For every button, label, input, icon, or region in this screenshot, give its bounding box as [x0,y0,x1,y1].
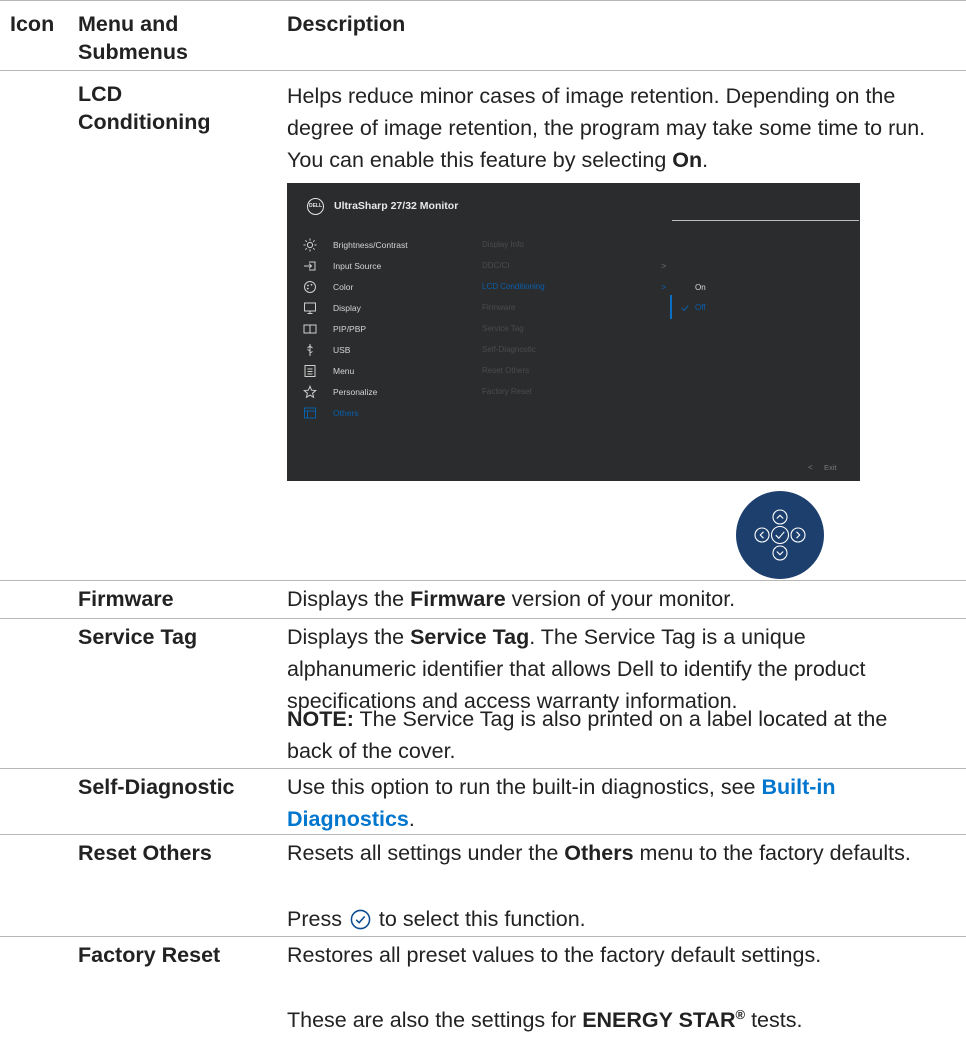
osd-menu-personalize[interactable]: Personalize [303,385,483,401]
osd-menu-label: Input Source [333,261,382,271]
chevron-left-icon: < [808,463,813,472]
osd-menu-screenshot: DELL UltraSharp 27/32 Monitor Brightness… [287,183,860,481]
osd-menu-usb[interactable]: USB [303,343,483,359]
header-description: Description [287,12,406,36]
osd-submenu-lcd-conditioning[interactable]: LCD Conditioning [482,281,545,293]
menu-icon [304,365,316,377]
osd-menu-brightness-contrast[interactable]: Brightness/Contrast [303,238,483,254]
row-name-factory-reset: Factory Reset [78,943,221,967]
osd-menu-label: Brightness/Contrast [333,240,408,250]
osd-option-on[interactable]: On [695,282,706,294]
row-name-service-tag: Service Tag [78,625,198,649]
osd-menu-pip-pbp[interactable]: PIP/PBP [303,322,483,338]
row-name-self-diagnostic: Self-Diagnostic [78,775,235,799]
osd-menu-color[interactable]: Color [303,280,483,296]
personalize-star-icon [303,385,317,399]
osd-submenu-firmware[interactable]: Firmware [482,302,515,314]
chevron-right-icon: > [661,261,667,271]
osd-menu-label: Others [333,408,359,418]
row-press-reset-others: Press to select this function. [287,907,586,931]
input-source-icon [304,261,316,271]
pip-pbp-icon [303,324,317,334]
row-name-firmware: Firmware [78,587,174,611]
osd-exit[interactable]: Exit [824,463,837,473]
chevron-right-icon: > [661,282,667,292]
osd-submenu-reset-others[interactable]: Reset Others [482,365,529,377]
row-desc-factory-reset: Restores all preset values to the factor… [287,943,822,967]
table-top-rule [0,0,966,1]
row-rule-firmware [0,580,966,581]
row-rule-self-diagnostic [0,768,966,769]
osd-menu-menu[interactable]: Menu [303,364,483,380]
brightness-icon [303,238,317,252]
row-desc-reset-others: Resets all settings under the Others men… [287,841,911,865]
row-desc-firmware: Displays the Firmware version of your mo… [287,587,736,611]
osd-option-off[interactable]: Off [695,302,706,314]
osd-menu-label: Display [333,303,361,313]
osd-menu-label: PIP/PBP [333,324,367,334]
osd-divider [672,220,859,221]
header-menu-submenus: Menu and Submenus [78,12,188,64]
osd-menu-display[interactable]: Display [303,301,483,317]
osd-title: UltraSharp 27/32 Monitor [334,200,459,212]
header-icon: Icon [10,12,55,36]
row-note-service-tag: NOTE: The Service Tag is also printed on… [287,707,888,763]
osd-menu-label: Menu [333,366,355,376]
header-rule [0,70,966,71]
row-name-lcd-conditioning: LCD Conditioning [78,82,211,134]
row-name-reset-others: Reset Others [78,841,212,865]
row-rule-factory-reset [0,936,966,937]
osd-submenu-factory-reset[interactable]: Factory Reset [482,386,532,398]
osd-submenu-service-tag[interactable]: Service Tag [482,323,524,335]
row-rule-service-tag [0,618,966,619]
others-icon [304,407,316,419]
color-icon [304,281,316,293]
joystick-icon [736,491,824,579]
osd-selection-bar [670,295,672,319]
row-desc-energy-star: These are also the settings for ENERGY S… [287,1006,803,1032]
row-desc-lcd-conditioning: Helps reduce minor cases of image retent… [287,84,926,172]
osd-menu-others[interactable]: Others [303,406,483,422]
check-button-icon [350,909,371,930]
usb-icon [307,344,313,356]
osd-submenu-ddc-ci[interactable]: DDC/CI [482,260,510,272]
osd-submenu-display-info[interactable]: Display Info [482,239,524,251]
display-icon [304,302,316,314]
row-desc-self-diagnostic: Use this option to run the built-in diag… [287,775,836,831]
osd-submenu-self-diagnostic[interactable]: Self-Diagnostic [482,344,536,356]
osd-menu-label: Personalize [333,387,378,397]
osd-menu-label: Color [333,282,354,292]
dell-logo-icon: DELL [307,198,324,215]
osd-menu-input-source[interactable]: Input Source [303,259,483,275]
osd-menu-label: USB [333,345,351,355]
check-icon [681,305,689,312]
